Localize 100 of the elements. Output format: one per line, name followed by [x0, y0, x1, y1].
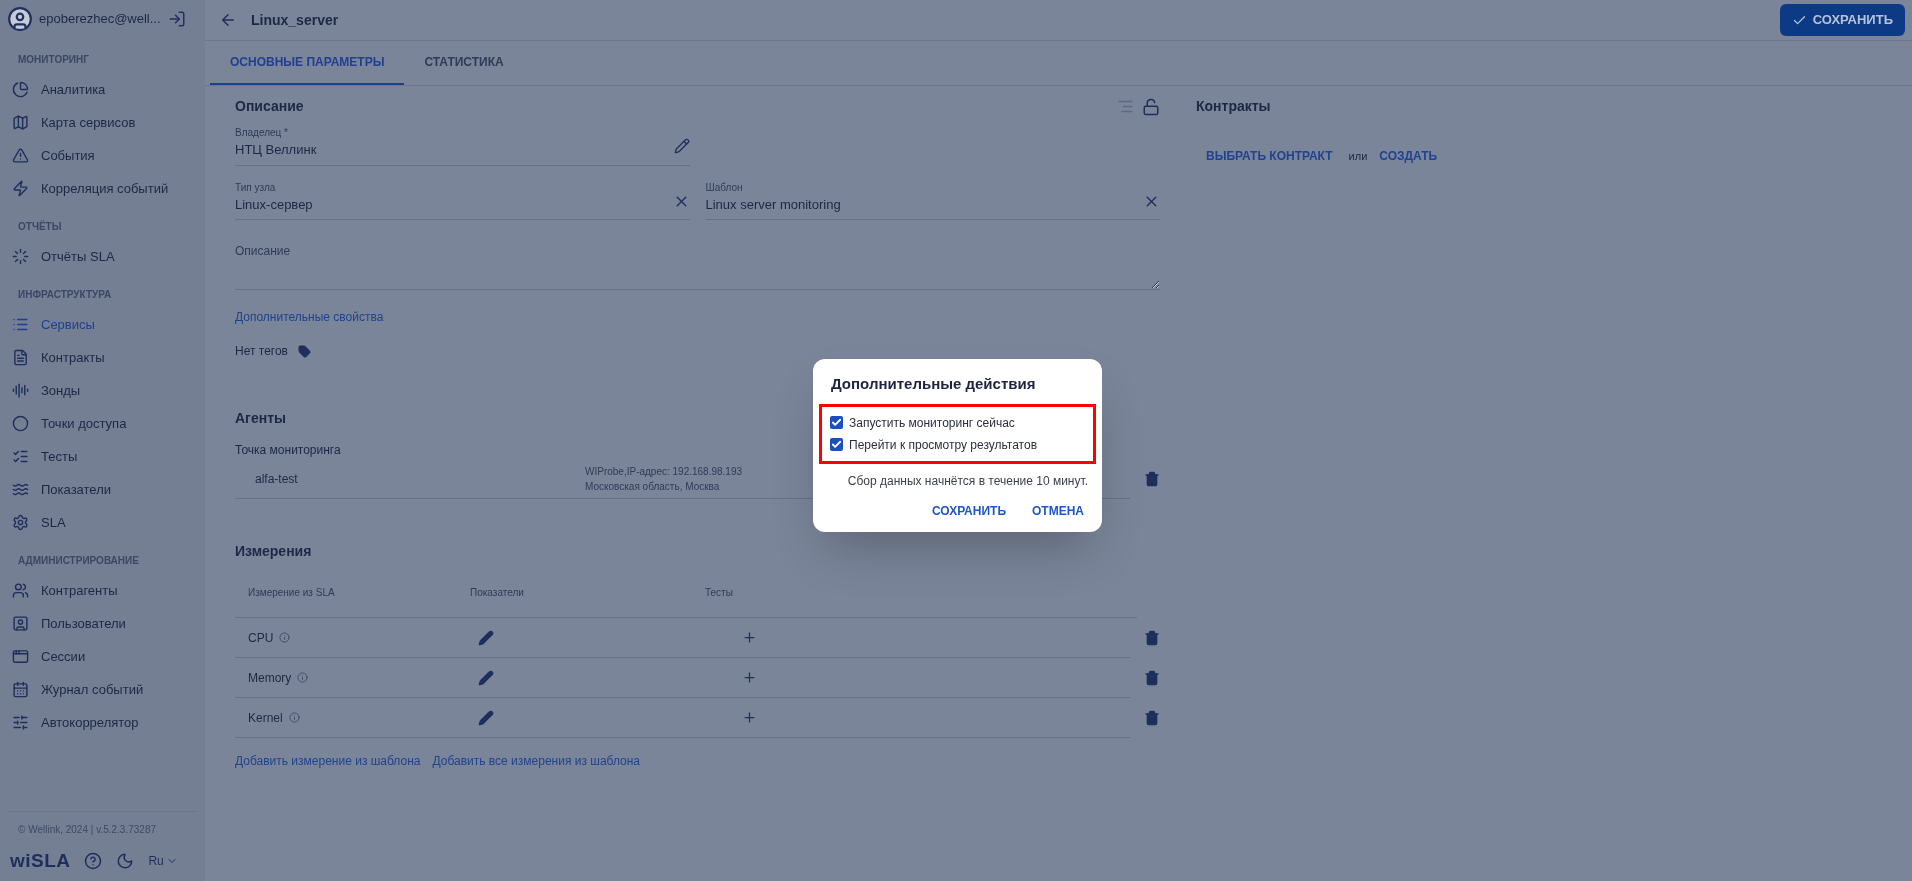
- sidebar-item[interactable]: Контрагенты: [0, 574, 205, 607]
- or-text: или: [1348, 148, 1368, 164]
- field-value: НТЦ Веллинк: [235, 141, 318, 159]
- checkbox-label: Запустить мониторинг сейчас: [849, 414, 1015, 432]
- sidebar-item[interactable]: Тесты: [0, 440, 205, 473]
- info-icon[interactable]: [297, 672, 309, 683]
- create-button[interactable]: СОЗДАТЬ: [1379, 147, 1438, 165]
- gear-icon: [12, 514, 29, 531]
- checkbox-label: Перейти к просмотру результатов: [849, 436, 1038, 454]
- trash-icon[interactable]: [1144, 630, 1160, 646]
- pencil-icon[interactable]: [478, 669, 494, 686]
- waves-icon: [12, 481, 29, 498]
- add-measurement-link[interactable]: Добавить все измерения из шаблона: [432, 752, 640, 770]
- save-button[interactable]: СОХРАНИТЬ: [1779, 4, 1905, 36]
- sidebar-item[interactable]: Контракты: [0, 341, 205, 374]
- pencil-icon[interactable]: [674, 137, 690, 154]
- sidebar-item[interactable]: Автокоррелятор: [0, 706, 205, 739]
- choose-contract-button[interactable]: ВЫБРАТЬ КОНТРАКТ: [1206, 147, 1333, 165]
- people-icon: [12, 582, 29, 599]
- column-header: Тесты: [705, 586, 734, 600]
- no-tags-text: Нет тегов: [235, 343, 288, 360]
- warning-icon: [12, 147, 29, 164]
- trash-icon[interactable]: [1144, 670, 1160, 686]
- sidebar-item[interactable]: Сессии: [0, 640, 205, 673]
- checkbox[interactable]: [830, 416, 843, 429]
- field-label: Шаблон: [705, 180, 744, 195]
- sidebar-item[interactable]: Сервисы: [0, 308, 205, 341]
- sidebar-item[interactable]: Аналитика: [0, 73, 205, 106]
- lightning-icon: [12, 180, 29, 197]
- tab[interactable]: ОСНОВНЫЕ ПАРАМЕТРЫ: [210, 41, 405, 85]
- field-value: Linux server monitoring: [705, 195, 842, 214]
- agent-name: alfa-test: [254, 470, 299, 488]
- ring-icon: [12, 248, 29, 265]
- sidebar-item[interactable]: Зонды: [0, 374, 205, 407]
- dialog-button[interactable]: СОХРАНИТЬ: [931, 501, 1006, 520]
- dialog-title: Дополнительные действия: [830, 374, 1037, 394]
- info-icon[interactable]: [288, 712, 300, 723]
- unlock-icon[interactable]: [1142, 97, 1160, 116]
- section-title: Описание: [235, 97, 305, 116]
- user-card-icon: [12, 615, 29, 632]
- text-field[interactable]: Шаблон Linux server monitoring: [705, 179, 1160, 220]
- plus-icon[interactable]: [742, 630, 757, 645]
- help-icon[interactable]: [84, 851, 103, 870]
- text-field[interactable]: Тип узла Linux-сервер: [235, 179, 690, 220]
- additional-properties-link[interactable]: Дополнительные свойства: [235, 308, 384, 326]
- calendar-icon: [12, 681, 29, 698]
- section-title: Агенты: [235, 409, 286, 428]
- window-icon: [12, 648, 29, 665]
- plus-icon[interactable]: [742, 710, 757, 725]
- section-heading: ОТЧЁТЫ: [17, 219, 63, 234]
- section-title: Измерения: [235, 542, 312, 561]
- measurement-name: Memory: [248, 669, 292, 687]
- tab[interactable]: СТАТИСТИКА: [404, 41, 524, 85]
- column-header: Показатели: [470, 586, 525, 600]
- avatar-icon: [7, 6, 33, 32]
- sidebar-item[interactable]: Журнал событий: [0, 673, 205, 706]
- section-title: Контракты: [1196, 97, 1272, 116]
- column-header: Измерение из SLA: [247, 586, 336, 600]
- list-icon: [12, 316, 29, 333]
- sidebar-item[interactable]: Корреляция событий: [0, 172, 205, 205]
- measurement-name: CPU: [248, 629, 274, 647]
- section-heading: ИНФРАСТРУКТУРА: [17, 288, 113, 302]
- sidebar-item[interactable]: Карта сервисов: [0, 106, 205, 139]
- sidebar-item[interactable]: Показатели: [0, 473, 205, 506]
- agent-detail: Московская область, Москва: [585, 479, 721, 494]
- checkbox[interactable]: [830, 438, 843, 451]
- sidebar-item[interactable]: SLA: [0, 506, 205, 539]
- text-field[interactable]: Владелец * НТЦ Веллинк: [235, 125, 690, 166]
- pencil-icon[interactable]: [478, 709, 494, 726]
- sidebar-item[interactable]: Точки доступа: [0, 407, 205, 440]
- section-heading: МОНИТОРИНГ: [17, 53, 90, 67]
- measurement-name: Kernel: [248, 709, 283, 727]
- info-icon[interactable]: [279, 632, 291, 643]
- subsection-label: Точка мониторинга: [235, 442, 341, 459]
- description-field[interactable]: Описание: [235, 242, 1160, 290]
- plus-icon[interactable]: [742, 670, 757, 685]
- field-label: Тип узла: [235, 180, 277, 195]
- waveform-icon: [12, 382, 29, 399]
- logo: wiSLA: [10, 848, 71, 873]
- sidebar-item[interactable]: Отчёты SLA: [0, 240, 205, 273]
- document-icon: [12, 349, 29, 366]
- map-icon: [12, 114, 29, 131]
- checklist-icon: [12, 448, 29, 465]
- agent-detail: WIProbe,IP-адрес: 192.168.98.193: [585, 464, 743, 479]
- logout-icon[interactable]: [168, 10, 186, 28]
- dialog-button[interactable]: ОТМЕНА: [1032, 501, 1084, 520]
- section-heading: АДМИНИСТРИРОВАНИЕ: [17, 554, 140, 568]
- sidebar-item[interactable]: События: [0, 139, 205, 172]
- field-value: Linux-сервер: [235, 195, 314, 214]
- moon-icon[interactable]: [116, 851, 135, 870]
- tag-icon[interactable]: [297, 344, 311, 358]
- pencil-icon[interactable]: [478, 629, 494, 646]
- page-title: Linux_server: [251, 10, 340, 30]
- circle-icon: [12, 415, 29, 432]
- language-select[interactable]: Ru: [148, 851, 178, 870]
- add-measurement-link[interactable]: Добавить измерение из шаблона: [235, 752, 421, 770]
- trash-icon[interactable]: [1144, 471, 1160, 487]
- sidebar-item[interactable]: Пользователи: [0, 607, 205, 640]
- sliders-icon: [12, 714, 29, 731]
- trash-icon[interactable]: [1144, 710, 1160, 726]
